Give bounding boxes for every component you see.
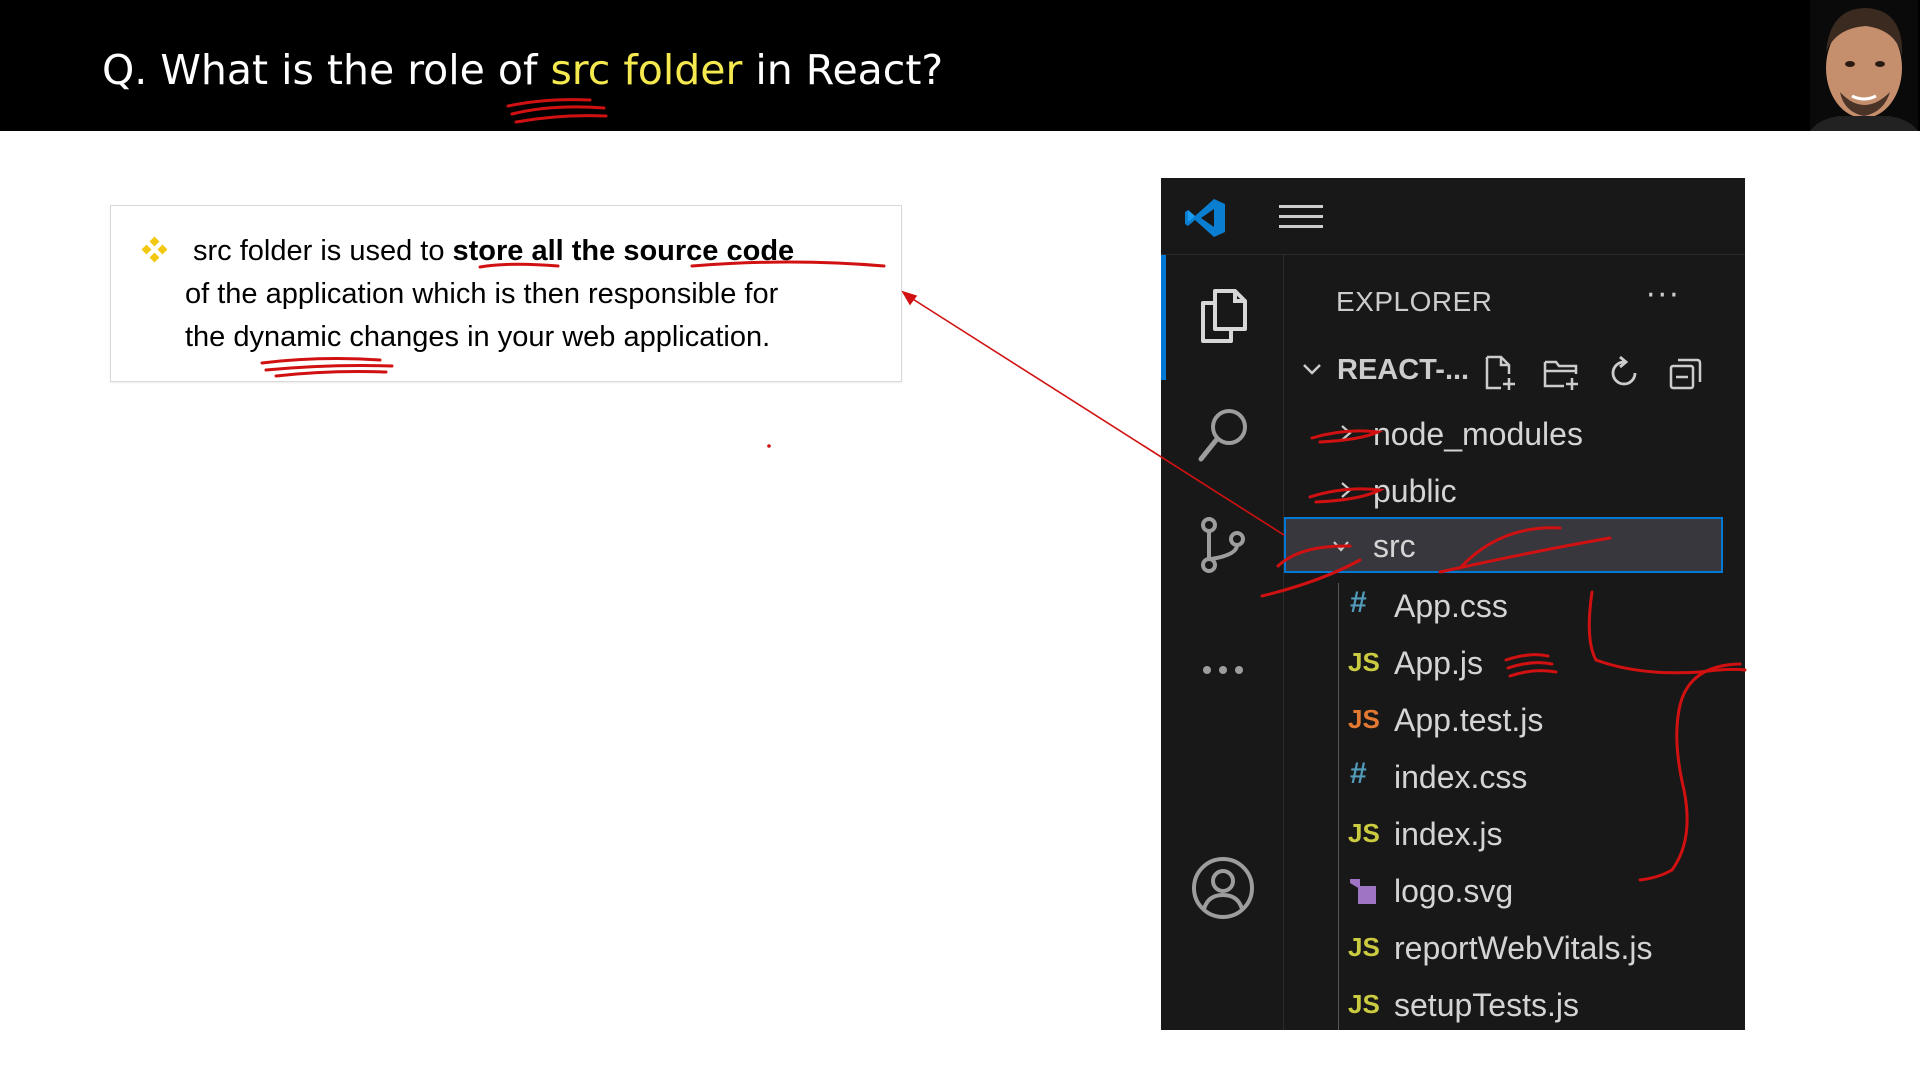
- collapse-all-icon[interactable]: [1667, 354, 1705, 392]
- workspace-folder-name: REACT-...: [1337, 354, 1470, 386]
- tree-file-app-test-js[interactable]: JS App.test.js: [1338, 692, 1799, 746]
- tree-file-label: App.test.js: [1394, 702, 1544, 738]
- tree-file-index-js[interactable]: JS index.js: [1338, 806, 1799, 860]
- tree-item-public[interactable]: public: [1284, 463, 1745, 517]
- tree-file-app-css[interactable]: # App.css: [1338, 578, 1799, 632]
- tree-item-src[interactable]: src: [1284, 517, 1723, 573]
- css-file-icon: #: [1350, 586, 1367, 619]
- tree-file-report-web-vitals-js[interactable]: JS reportWebVitals.js: [1338, 920, 1799, 974]
- account-icon[interactable]: [1190, 855, 1256, 921]
- chevron-right-icon: [1341, 425, 1352, 441]
- title-highlight: src folder: [550, 46, 743, 94]
- tree-file-label: App.css: [1394, 588, 1508, 624]
- tree-file-label: reportWebVitals.js: [1394, 930, 1653, 966]
- tree-file-index-css[interactable]: # index.css: [1338, 749, 1799, 803]
- new-folder-icon[interactable]: [1542, 354, 1580, 392]
- tree-file-label: setupTests.js: [1394, 987, 1579, 1023]
- tree-file-label: index.js: [1394, 816, 1503, 852]
- tree-file-app-js[interactable]: JS App.js: [1338, 635, 1799, 689]
- presenter-avatar: [1810, 0, 1918, 131]
- chevron-down-icon: [1333, 541, 1349, 552]
- tree-file-label: index.css: [1394, 759, 1528, 795]
- bullet-text: src folder is used to store all the sour…: [185, 230, 885, 359]
- bullet-bold-text: store all the source code: [452, 235, 795, 267]
- diamond-bullet-icon: [141, 236, 168, 263]
- css-file-icon: #: [1350, 757, 1367, 790]
- svg-file-icon: [1350, 879, 1376, 904]
- chevron-down-icon: [1303, 364, 1321, 375]
- title-suffix: in React?: [742, 46, 944, 94]
- tree-file-logo-svg[interactable]: logo.svg: [1338, 863, 1799, 917]
- bullet-line-2: of the application which is then respons…: [185, 278, 779, 310]
- tree-item-label: src: [1373, 528, 1416, 564]
- files-icon[interactable]: [1193, 285, 1253, 345]
- title-prefix: Q. What is the role of: [102, 46, 551, 94]
- vscode-titlebar: [1161, 178, 1745, 255]
- bullet-line-1-text: src folder is used to: [193, 235, 453, 267]
- search-icon[interactable]: [1193, 405, 1253, 465]
- menu-icon[interactable]: [1279, 202, 1323, 232]
- tree-file-setup-tests-js[interactable]: JS setupTests.js: [1338, 977, 1799, 1031]
- tree-file-label: App.js: [1394, 645, 1483, 681]
- js-file-icon: JS: [1348, 647, 1380, 677]
- refresh-icon[interactable]: [1605, 354, 1643, 392]
- chevron-right-icon: [1341, 482, 1352, 498]
- tree-item-label: node_modules: [1373, 416, 1583, 452]
- new-file-icon[interactable]: [1481, 354, 1519, 392]
- js-file-icon: JS: [1348, 989, 1380, 1019]
- tree-item-node-modules[interactable]: node_modules: [1284, 406, 1745, 460]
- source-control-icon[interactable]: [1193, 515, 1253, 575]
- title-bar: Q. What is the role of src folder in Rea…: [0, 0, 1920, 131]
- js-file-icon: JS: [1348, 932, 1380, 962]
- bullet-line-3: the dynamic changes in your web applicat…: [185, 321, 771, 353]
- slide-title: Q. What is the role of src folder in Rea…: [102, 46, 943, 94]
- bullet-line-1: src folder is used to store all the sour…: [193, 230, 885, 273]
- vscode-logo-icon: [1185, 199, 1225, 237]
- js-file-icon: JS: [1348, 818, 1380, 848]
- explorer-title: EXPLORER: [1336, 286, 1493, 317]
- bullet-card: src folder is used to store all the sour…: [110, 205, 902, 382]
- workspace-folder-header[interactable]: REACT-...: [1161, 348, 1745, 392]
- tree-file-label: logo.svg: [1394, 873, 1514, 909]
- tree-item-label: public: [1373, 473, 1457, 509]
- more-icon[interactable]: [1193, 640, 1253, 700]
- explorer-more-button[interactable]: ···: [1646, 278, 1681, 313]
- js-test-file-icon: JS: [1348, 704, 1380, 734]
